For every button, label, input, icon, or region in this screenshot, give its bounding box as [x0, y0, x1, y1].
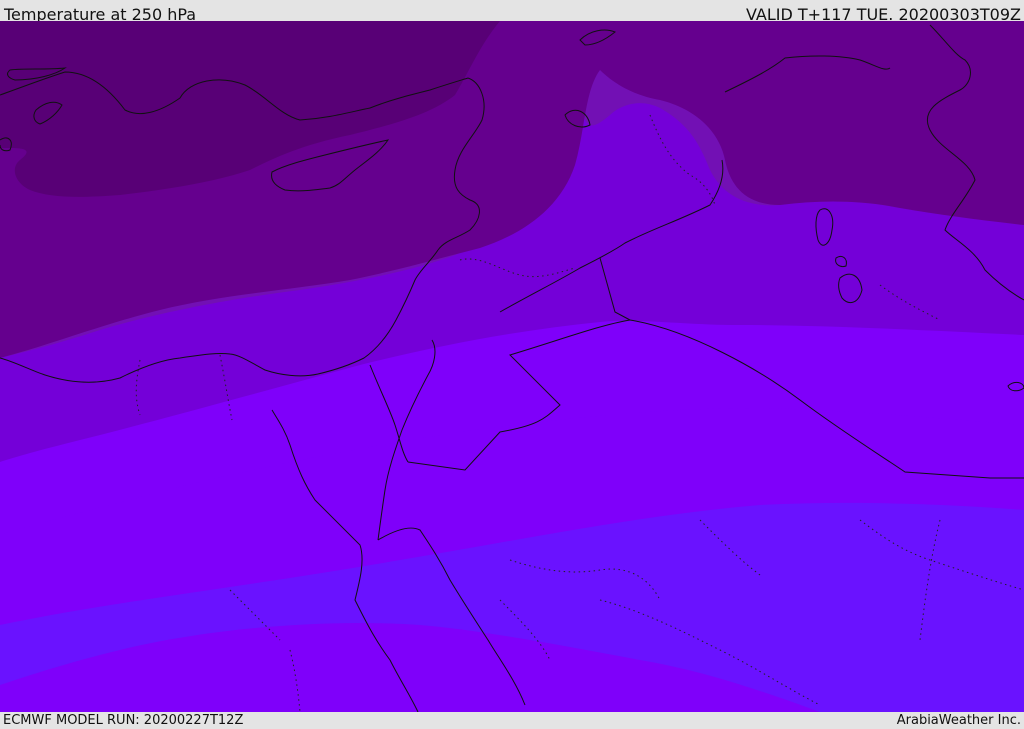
header-bar: Temperature at 250 hPa VALID T+117 TUE. …: [0, 0, 1024, 24]
temperature-map: [0, 21, 1024, 712]
credit-label: ArabiaWeather Inc.: [896, 713, 1021, 728]
map-panel: [0, 21, 1024, 712]
footer-bar: ECMWF MODEL RUN: 20200227T12Z ArabiaWeat…: [0, 712, 1024, 729]
model-run-label: ECMWF MODEL RUN: 20200227T12Z: [3, 713, 244, 728]
